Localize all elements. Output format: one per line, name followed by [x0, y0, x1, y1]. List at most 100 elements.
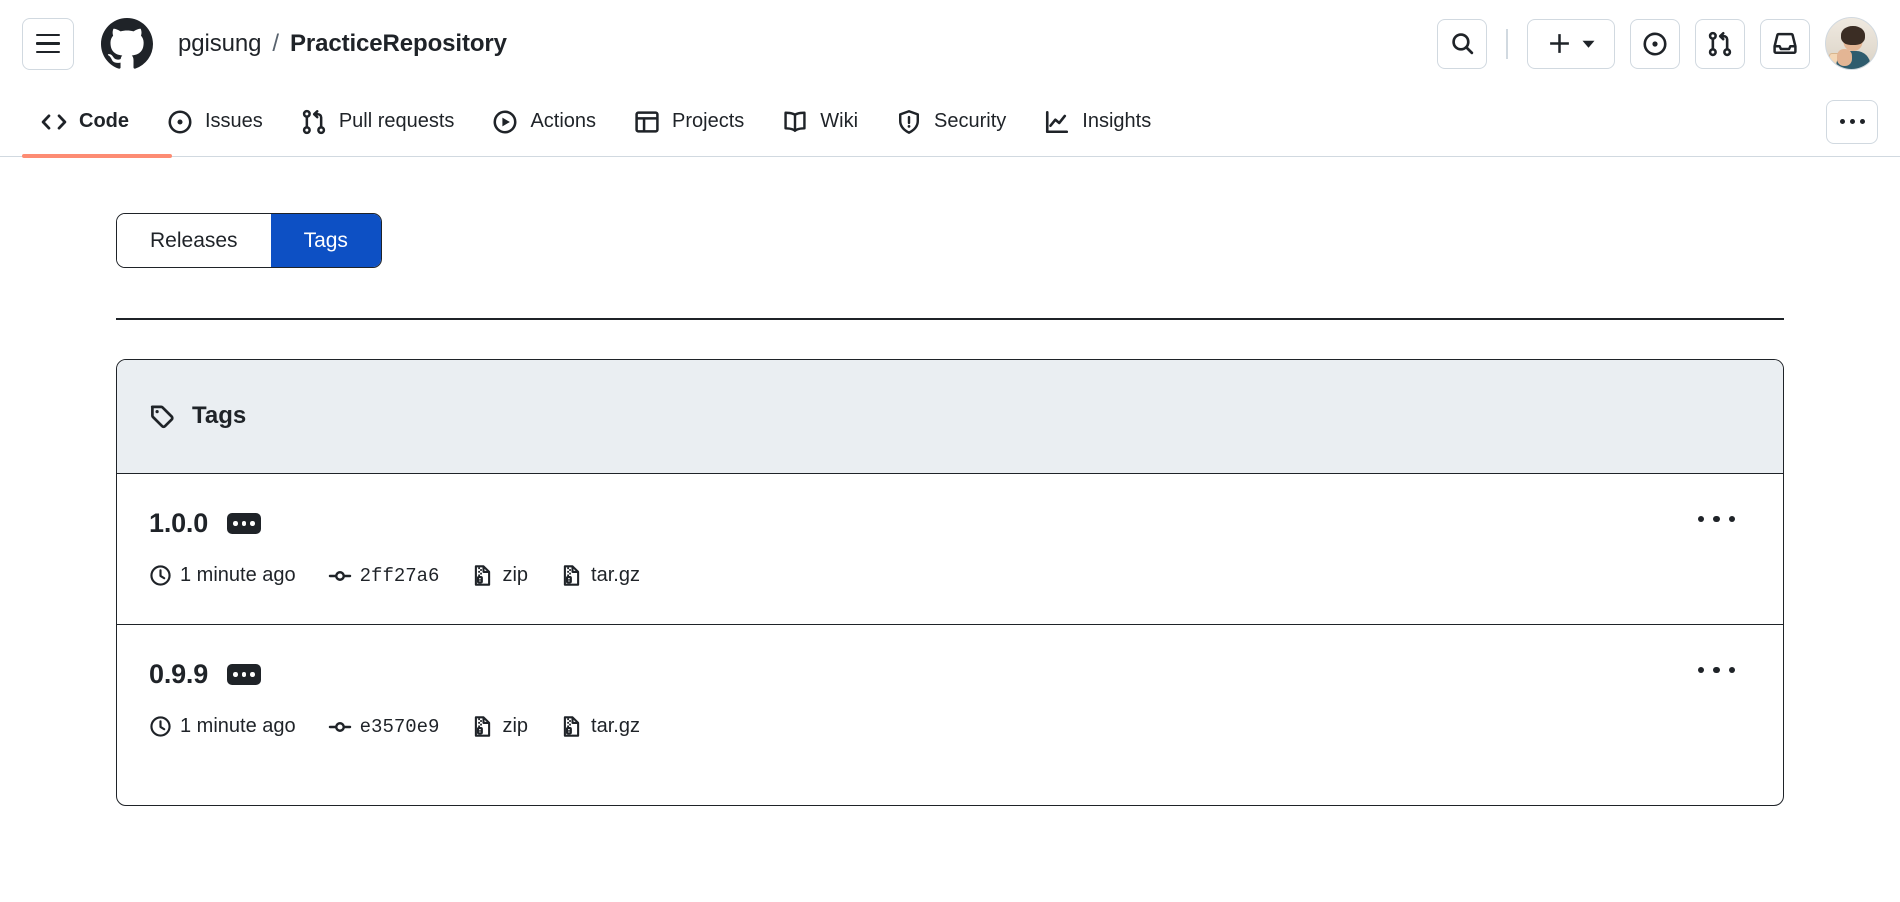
tag-title-line: 1.0.0	[149, 508, 1751, 539]
tab-insights-label: Insights	[1082, 110, 1152, 132]
tags-panel-header: Tags	[117, 359, 1783, 474]
badge-dot	[241, 521, 247, 526]
header-divider	[1506, 28, 1508, 59]
play-icon	[493, 110, 517, 133]
kebab-horizontal-icon	[1713, 515, 1720, 523]
download-targz-label: tar.gz	[591, 715, 640, 738]
badge-dot	[233, 521, 238, 526]
plus-icon	[1549, 34, 1569, 53]
tab-projects-label: Projects	[672, 110, 745, 132]
tab-wiki[interactable]: Wiki	[763, 95, 877, 149]
tag-commit-sha: e3570e9	[359, 715, 440, 738]
breadcrumb-separator: /	[272, 29, 279, 57]
repository-nav-tabs: Code Issues Pull requests Actions Projec…	[22, 95, 1170, 149]
github-logo[interactable]	[101, 17, 153, 70]
tab-projects[interactable]: Projects	[615, 95, 763, 149]
tab-security[interactable]: Security	[877, 95, 1025, 149]
kebab-horizontal-icon	[1697, 515, 1704, 523]
graph-icon	[1046, 110, 1069, 133]
tag-commit[interactable]: e3570e9	[328, 715, 440, 739]
file-zip-icon	[563, 565, 580, 587]
tag-commit[interactable]: 2ff27a6	[328, 564, 440, 588]
search-button[interactable]	[1437, 18, 1488, 69]
tag-icon	[150, 405, 174, 428]
file-zip-icon	[475, 565, 491, 587]
segment-tags[interactable]: Tags	[270, 214, 381, 267]
inbox-icon	[1773, 32, 1797, 54]
clock-icon	[150, 716, 171, 737]
code-icon	[41, 113, 67, 130]
issue-opened-icon	[168, 110, 192, 133]
book-icon	[784, 111, 806, 132]
avatar-hair	[1840, 26, 1865, 46]
tag-row-overflow-button[interactable]	[1692, 661, 1742, 680]
tab-insights[interactable]: Insights	[1025, 95, 1170, 149]
section-divider	[116, 318, 1784, 320]
kebab-horizontal-icon	[1713, 666, 1720, 674]
tag-row-overflow-button[interactable]	[1692, 510, 1742, 529]
file-zip-icon	[563, 716, 580, 738]
tag-meta: 1 minute ago 2ff27a6 zip tar.gz	[149, 564, 1751, 588]
active-tab-underline	[22, 154, 172, 158]
file-zip-icon	[475, 716, 491, 738]
table-row: 1.0.0 1 minute ago 2ff27a6 zip tar.gz	[117, 474, 1783, 625]
breadcrumb-owner[interactable]: pgisung	[178, 30, 261, 58]
tags-panel: Tags 1.0.0 1 minute ago 2ff27a6 zip tar.…	[116, 358, 1784, 806]
download-targz[interactable]: tar.gz	[560, 715, 640, 738]
menu-bar	[36, 33, 60, 37]
tag-name[interactable]: 0.9.9	[149, 659, 208, 690]
kebab-horizontal-icon	[1697, 666, 1704, 674]
tags-panel-title: Tags	[192, 402, 247, 430]
kebab-horizontal-icon	[1728, 515, 1735, 523]
search-icon	[1452, 33, 1474, 55]
breadcrumb: pgisung / PracticeRepository	[178, 30, 507, 58]
avatar[interactable]	[1825, 17, 1878, 70]
global-header: pgisung / PracticeRepository	[0, 0, 1900, 87]
table-icon	[635, 110, 659, 133]
tag-title-line: 0.9.9	[149, 659, 1751, 690]
tab-code[interactable]: Code	[22, 95, 148, 149]
menu-bar	[36, 50, 60, 54]
badge-dot	[233, 672, 238, 677]
tag-commit-sha: 2ff27a6	[359, 564, 440, 587]
tag-timestamp-label: 1 minute ago	[180, 564, 296, 587]
tag-timestamp: 1 minute ago	[149, 564, 296, 587]
kebab-horizontal-icon	[1728, 666, 1735, 674]
repository-nav: Code Issues Pull requests Actions Projec…	[0, 87, 1900, 158]
tag-meta: 1 minute ago e3570e9 zip tar.gz	[149, 715, 1751, 739]
tab-issues-label: Issues	[205, 110, 263, 132]
download-targz[interactable]: tar.gz	[560, 564, 640, 587]
git-commit-icon	[328, 721, 351, 732]
create-new-button[interactable]	[1527, 18, 1615, 69]
verified-dots-badge[interactable]	[227, 512, 262, 534]
tab-wiki-label: Wiki	[820, 110, 859, 132]
tab-issues[interactable]: Issues	[148, 95, 282, 149]
notifications-button[interactable]	[1760, 18, 1810, 69]
breadcrumb-repo[interactable]: PracticeRepository	[290, 30, 507, 58]
tab-pull-requests[interactable]: Pull requests	[282, 95, 474, 149]
segment-releases[interactable]: Releases	[117, 214, 271, 267]
download-targz-label: tar.gz	[591, 564, 640, 587]
tab-actions[interactable]: Actions	[473, 95, 615, 149]
repo-nav-overflow-button[interactable]	[1826, 99, 1878, 144]
pull-requests-button[interactable]	[1695, 18, 1745, 69]
issue-opened-icon	[1643, 31, 1667, 56]
issues-button[interactable]	[1630, 18, 1680, 69]
download-zip[interactable]: zip	[471, 715, 528, 738]
download-zip[interactable]: zip	[471, 564, 528, 587]
shield-icon	[899, 109, 920, 134]
menu-icon[interactable]	[22, 17, 74, 70]
header-actions	[1437, 17, 1878, 70]
kebab-horizontal-icon	[1849, 119, 1855, 124]
tag-timestamp: 1 minute ago	[149, 715, 296, 738]
table-row: 0.9.9 1 minute ago e3570e9 zip tar.gz	[117, 625, 1783, 805]
tab-pull-requests-label: Pull requests	[338, 110, 455, 132]
kebab-horizontal-icon	[1859, 119, 1865, 124]
download-zip-label: zip	[502, 564, 529, 587]
main-content: Releases Tags Tags 1.0.0 1 minute ago 2f…	[0, 157, 1900, 806]
tab-actions-label: Actions	[530, 110, 597, 132]
tag-name[interactable]: 1.0.0	[149, 508, 208, 539]
tag-timestamp-label: 1 minute ago	[180, 715, 296, 738]
verified-dots-badge[interactable]	[227, 663, 262, 685]
download-zip-label: zip	[502, 715, 529, 738]
